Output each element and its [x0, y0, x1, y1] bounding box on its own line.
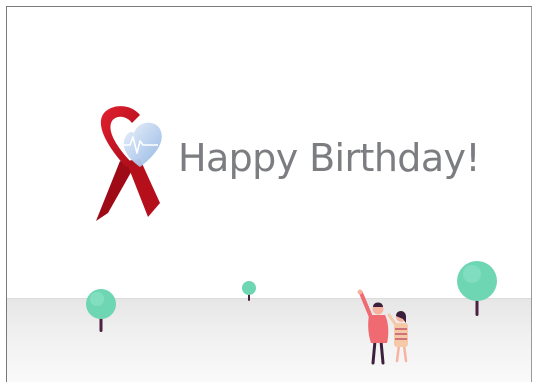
- tree-icon: [457, 261, 497, 316]
- greeting-card: Happy Birthday!: [6, 6, 532, 382]
- greeting-title: Happy Birthday!: [178, 136, 481, 180]
- people-pointing-illustration: [357, 289, 408, 365]
- red-ribbon-heart-icon: [96, 106, 162, 221]
- tree-icon: [86, 289, 116, 332]
- tree-icon: [242, 281, 256, 301]
